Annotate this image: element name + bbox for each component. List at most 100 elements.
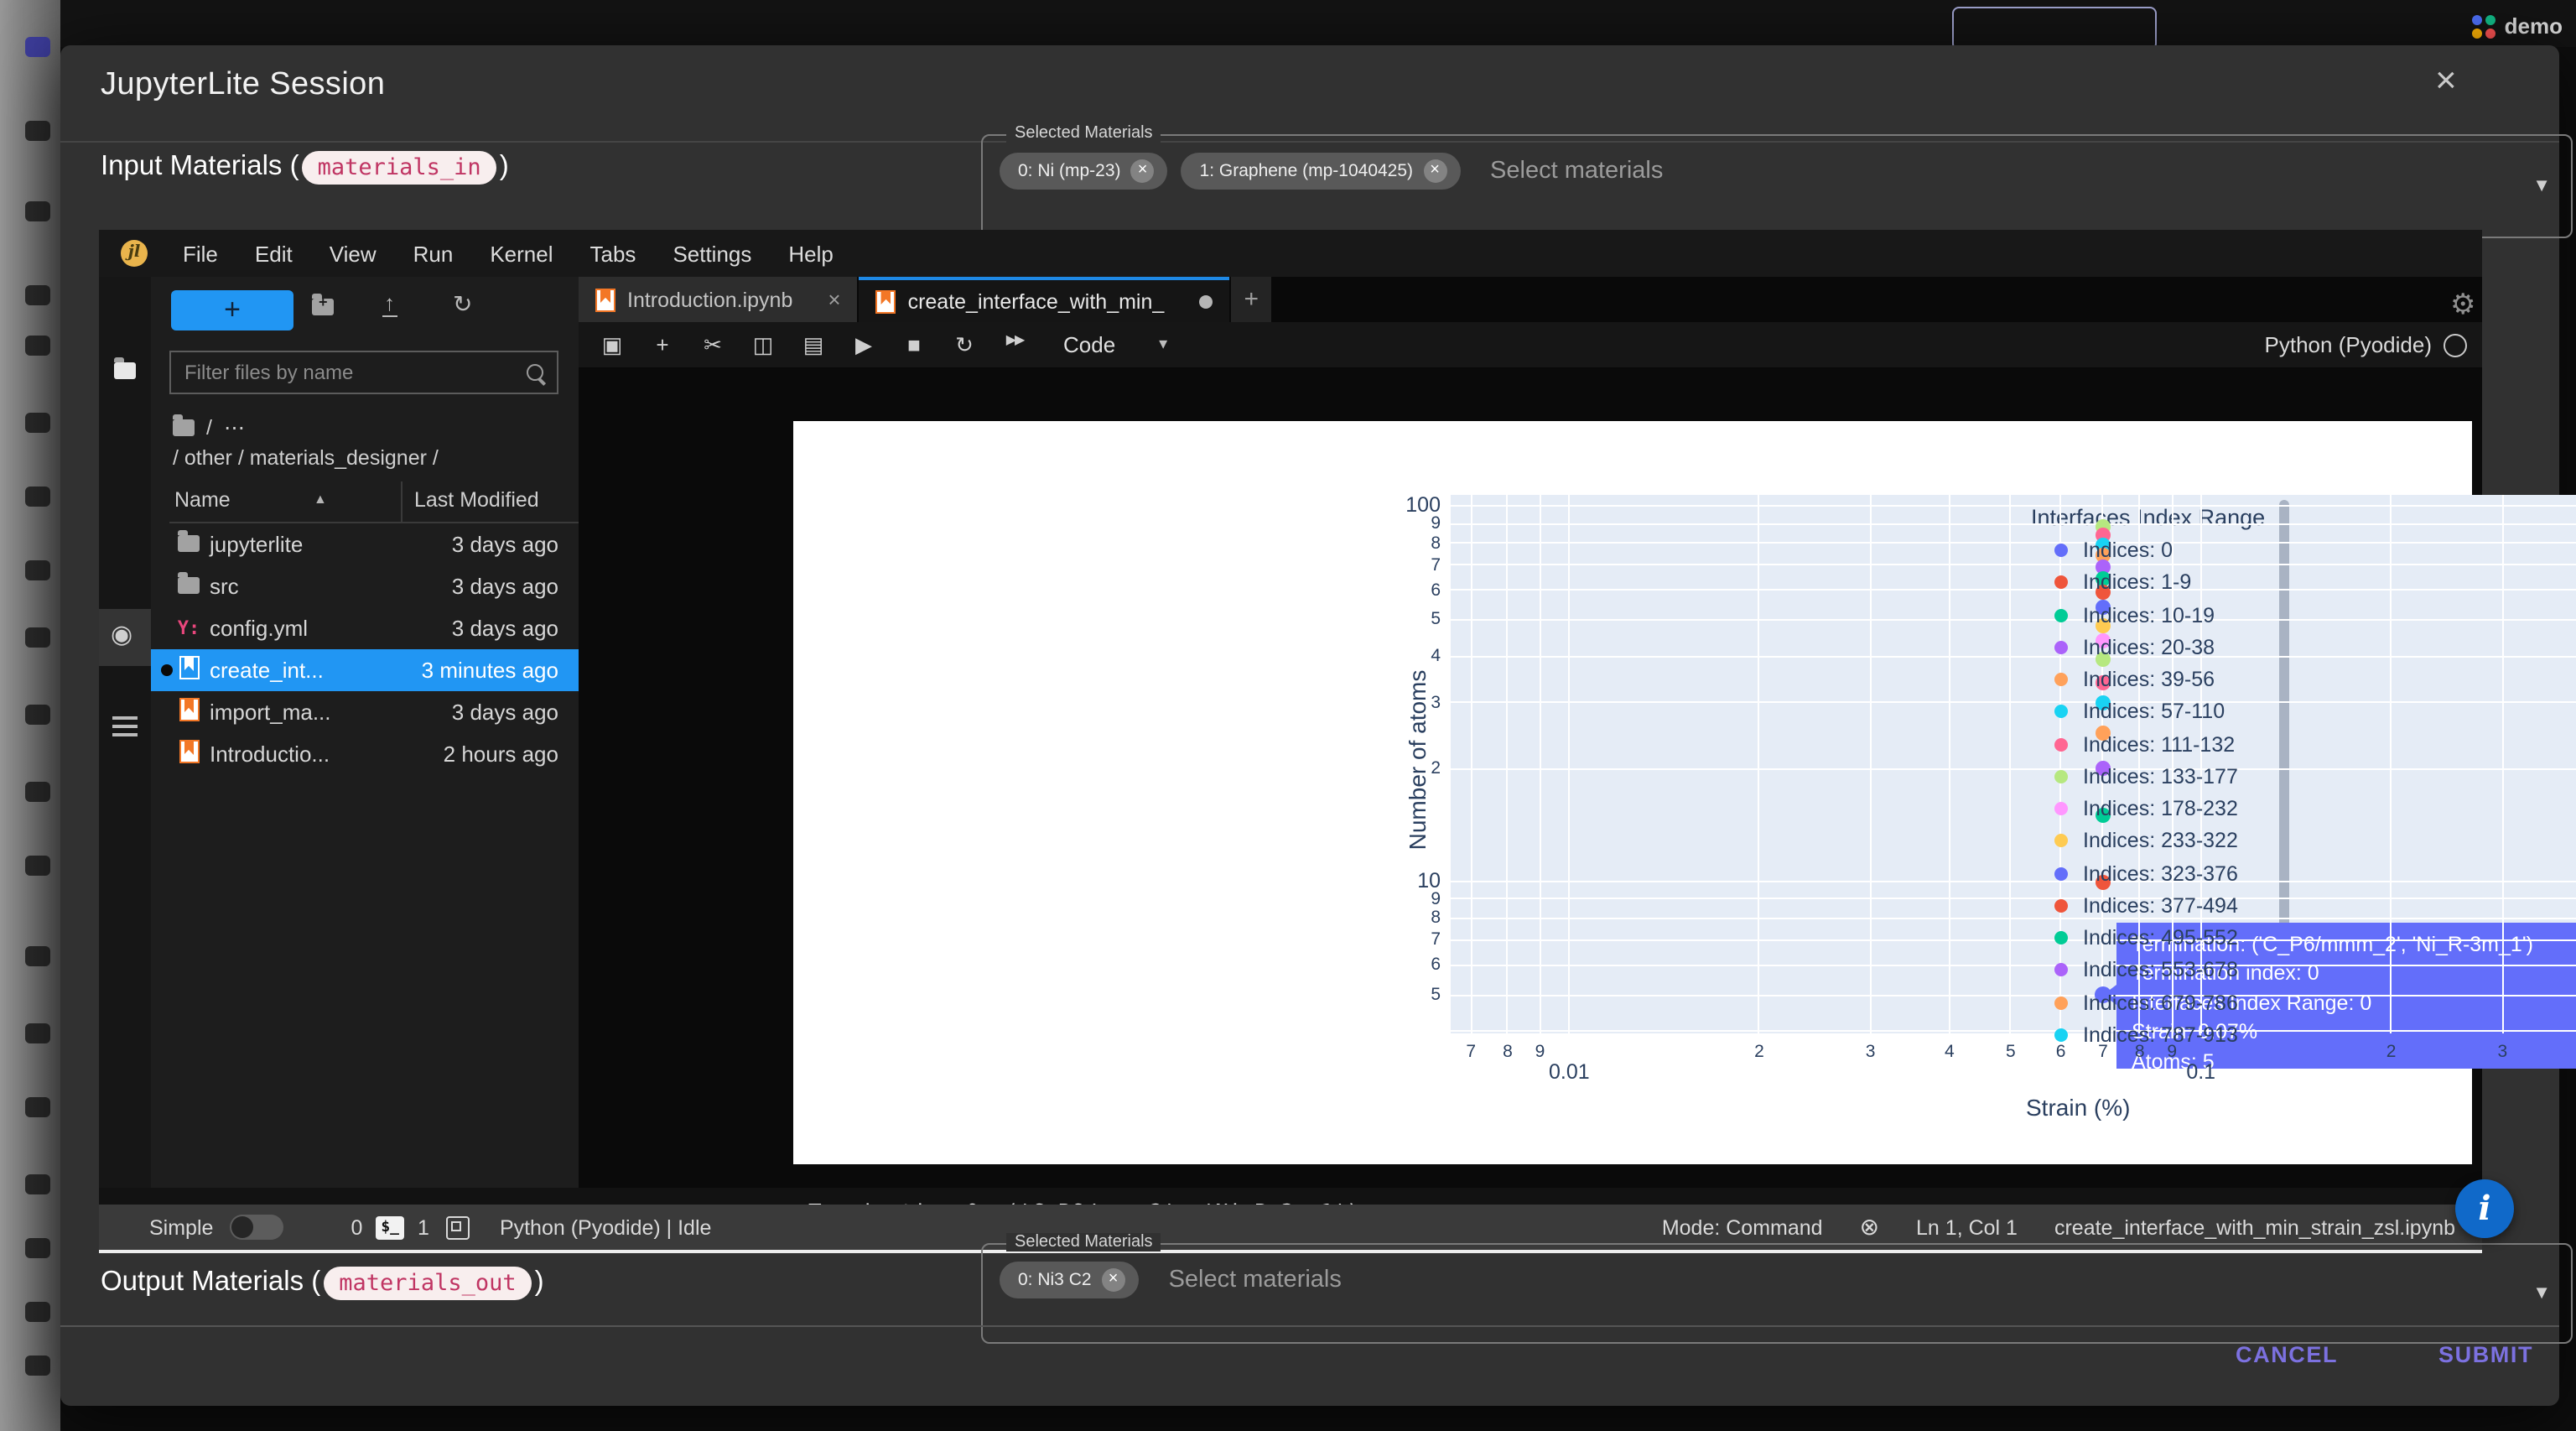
file-list: jupyterlite3 days agosrc3 days agoY:conf…: [151, 523, 579, 775]
legend-scrollbar[interactable]: [2279, 500, 2289, 971]
menu-item-run[interactable]: Run: [395, 241, 472, 266]
legend-item[interactable]: Indices: 178-232: [2054, 797, 2238, 820]
simple-mode-toggle[interactable]: [230, 1215, 283, 1240]
legend-marker-icon: [2054, 770, 2068, 783]
breadcrumb[interactable]: / ⋯: [173, 414, 245, 440]
fast-forward-icon[interactable]: ▶▶: [989, 331, 1040, 358]
menu-item-settings[interactable]: Settings: [654, 241, 770, 266]
tab-introduction-ipynb[interactable]: Introduction.ipynb×: [579, 277, 858, 322]
add-cell-icon[interactable]: +: [637, 331, 688, 358]
sort-ascending-icon[interactable]: ▲: [314, 492, 327, 507]
cursor-position[interactable]: Ln 1, Col 1: [1916, 1215, 2018, 1239]
material-chip[interactable]: 1: Graphene (mp-1040425)×: [1182, 153, 1461, 190]
legend-item[interactable]: Indices: 57-110: [2054, 700, 2225, 724]
file-browser-tab-icon[interactable]: [114, 362, 136, 379]
close-tab-icon[interactable]: ×: [828, 287, 840, 312]
jupyterlite-logo-icon: jl: [121, 240, 148, 267]
kernel-status-icon[interactable]: [2444, 334, 2467, 357]
x-gridline: [1870, 494, 1872, 1033]
menu-item-help[interactable]: Help: [770, 241, 852, 266]
chip-remove-icon[interactable]: ×: [1131, 159, 1155, 183]
cut-icon[interactable]: ✂: [688, 331, 738, 358]
legend-item[interactable]: Indices: 133-177: [2054, 765, 2238, 788]
legend-item[interactable]: Indices: 377-494: [2054, 894, 2238, 918]
legend-marker-icon: [2054, 705, 2068, 719]
home-folder-icon[interactable]: [173, 419, 195, 435]
file-row[interactable]: src3 days ago: [151, 565, 579, 607]
file-name: create_int...: [210, 658, 324, 683]
kernel-status-text[interactable]: Python (Pyodide) | Idle: [500, 1215, 711, 1239]
table-of-contents-icon[interactable]: [112, 716, 138, 736]
legend-item[interactable]: Indices: 111-132: [2054, 732, 2235, 756]
file-list-header[interactable]: Name ▲ Last Modified: [169, 481, 579, 523]
submit-button[interactable]: SUBMIT: [2438, 1342, 2533, 1367]
select-materials-placeholder[interactable]: Select materials: [1169, 1267, 1342, 1293]
mode-indicator[interactable]: Mode: Command: [1662, 1215, 1823, 1239]
chevron-down-icon[interactable]: ▼: [2532, 1283, 2551, 1304]
info-button[interactable]: i: [2455, 1179, 2514, 1238]
legend-item[interactable]: Indices: 10-19: [2054, 603, 2215, 627]
legend-item[interactable]: Indices: 233-322: [2054, 830, 2238, 853]
material-chip[interactable]: 0: Ni (mp-23)×: [1000, 153, 1168, 190]
stop-icon[interactable]: ■: [889, 331, 939, 358]
column-name[interactable]: Name: [174, 488, 231, 512]
legend-item[interactable]: Indices: 787-913: [2054, 1023, 2238, 1047]
menu-item-kernel[interactable]: Kernel: [471, 241, 571, 266]
legend-item[interactable]: Indices: 679-786: [2054, 991, 2238, 1014]
chevron-down-icon[interactable]: ▼: [2532, 176, 2551, 196]
output-selected-materials-field[interactable]: Selected Materials 0: Ni3 C2×Select mate…: [981, 1243, 2573, 1343]
menu-item-view[interactable]: View: [311, 241, 395, 266]
file-row[interactable]: Y:config.yml3 days ago: [151, 607, 579, 649]
upload-icon[interactable]: ↑: [382, 290, 397, 317]
close-icon[interactable]: ×: [2435, 59, 2457, 102]
cancel-button[interactable]: CANCEL: [2236, 1342, 2338, 1367]
cell-type-dropdown[interactable]: Code: [1063, 332, 1115, 357]
legend-item[interactable]: Indices: 1-9: [2054, 571, 2191, 595]
legend-item[interactable]: Indices: 553-678: [2054, 959, 2238, 982]
copy-icon[interactable]: ◫: [738, 331, 788, 358]
file-row[interactable]: create_int...3 minutes ago: [151, 649, 579, 691]
file-row[interactable]: Introductio...2 hours ago: [151, 733, 579, 775]
kernel-name[interactable]: Python (Pyodide): [2265, 332, 2432, 357]
breadcrumb-root[interactable]: /: [206, 415, 212, 439]
file-row[interactable]: import_ma...3 days ago: [151, 691, 579, 733]
chevron-down-icon[interactable]: ▾: [1159, 336, 1167, 354]
select-materials-placeholder[interactable]: Select materials: [1490, 158, 1663, 185]
legend-item[interactable]: Indices: 20-38: [2054, 636, 2215, 659]
chip-remove-icon[interactable]: ×: [1423, 159, 1446, 183]
shield-x-icon[interactable]: ⊗: [1860, 1213, 1879, 1241]
menu-item-edit[interactable]: Edit: [236, 241, 311, 266]
new-tab-button[interactable]: +: [1231, 277, 1271, 322]
running-kernels-icon[interactable]: ◉: [111, 619, 132, 649]
restart-icon[interactable]: ↻: [939, 331, 989, 358]
legend-item[interactable]: Indices: 39-56: [2054, 668, 2215, 691]
paste-icon[interactable]: ▤: [788, 331, 839, 358]
refresh-icon[interactable]: ↻: [453, 290, 472, 319]
tab-create-interface-with-min-[interactable]: create_interface_with_min_: [860, 277, 1230, 322]
legend-title: Interfaces Index Range: [2031, 505, 2265, 530]
legend-marker-icon: [2054, 1028, 2068, 1042]
breadcrumb-path[interactable]: / other / materials_designer /: [173, 446, 439, 470]
column-last-modified[interactable]: Last Modified: [414, 488, 539, 512]
menu-item-tabs[interactable]: Tabs: [572, 241, 655, 266]
notebook-icon: [876, 289, 896, 313]
legend-item[interactable]: Indices: 323-376: [2054, 861, 2238, 885]
terminals-count[interactable]: 0: [351, 1215, 362, 1239]
legend-item[interactable]: Indices: 495-552: [2054, 926, 2238, 950]
output-field-legend: Selected Materials: [1006, 1233, 1161, 1251]
chip-remove-icon[interactable]: ×: [1102, 1268, 1125, 1292]
gear-icon[interactable]: ⚙: [2450, 289, 2476, 322]
new-folder-icon[interactable]: +: [312, 294, 334, 324]
material-chip[interactable]: 0: Ni3 C2×: [1000, 1262, 1139, 1298]
run-icon[interactable]: ▶: [839, 331, 889, 358]
file-row[interactable]: jupyterlite3 days ago: [151, 523, 579, 565]
breadcrumb-ellipsis[interactable]: ⋯: [224, 414, 245, 440]
kernels-count[interactable]: 1: [418, 1215, 429, 1239]
search-icon: [527, 364, 543, 381]
menu-item-file[interactable]: File: [164, 241, 236, 266]
save-icon[interactable]: ▣: [587, 331, 637, 358]
legend-item[interactable]: Indices: 0: [2054, 539, 2173, 562]
input-selected-materials-field[interactable]: Selected Materials 0: Ni (mp-23)×1: Grap…: [981, 134, 2573, 237]
filter-files-input[interactable]: Filter files by name: [169, 351, 558, 394]
new-launcher-button[interactable]: +: [171, 290, 293, 330]
